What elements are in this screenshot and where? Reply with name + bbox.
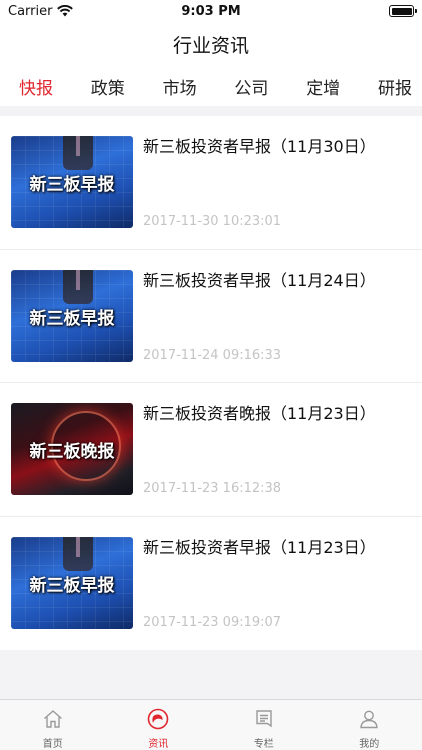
battery-icon	[389, 5, 417, 17]
page-title: 行业资讯	[172, 34, 249, 57]
category-tabs: 快报 政策 市场 公司 定增 研报	[0, 66, 422, 106]
thumbnail-caption: 新三板早报	[29, 175, 115, 195]
thumbnail-caption: 新三板早报	[29, 575, 115, 596]
status-bar: Carrier 9:03 PM	[0, 0, 422, 22]
news-time: 2017-11-23 09:19:07	[143, 614, 282, 630]
status-left: Carrier	[8, 3, 74, 19]
news-title: 新三板投资者晚报（11月23日）	[143, 404, 376, 423]
tabbar-profile[interactable]: 我的	[317, 700, 422, 750]
thumbnail-caption: 新三板早报	[29, 308, 115, 329]
carrier-label: Carrier	[8, 3, 53, 19]
tab-yanbao[interactable]: 研报	[378, 70, 412, 103]
news-item[interactable]: 新三板晚报 新三板投资者晚报（11月23日） 2017-11-23 16:12:…	[0, 383, 422, 517]
news-list: 新三板早报 新三板投资者早报（11月30日） 2017-11-30 10:23:…	[0, 116, 422, 650]
wifi-icon	[57, 5, 74, 17]
news-thumbnail: 新三板晚报	[11, 403, 133, 495]
news-item[interactable]: 新三板早报 新三板投资者早报（11月24日） 2017-11-24 09:16:…	[0, 250, 422, 383]
news-item[interactable]: 新三板早报 新三板投资者早报（11月30日） 2017-11-30 10:23:…	[0, 116, 422, 250]
tab-kuaibao[interactable]: 快报	[19, 70, 53, 103]
news-time: 2017-11-30 10:23:01	[143, 214, 282, 229]
news-time: 2017-11-23 16:12:38	[143, 481, 282, 496]
tab-zhengce[interactable]: 政策	[91, 70, 125, 103]
news-title: 新三板投资者早报（11月24日）	[143, 270, 376, 290]
column-icon	[253, 708, 275, 730]
news-thumbnail: 新三板早报	[11, 536, 133, 629]
nav-bar: 行业资讯	[0, 22, 422, 66]
news-thumbnail: 新三板早报	[11, 269, 133, 362]
news-time: 2017-11-24 09:16:33	[143, 347, 282, 363]
thumbnail-caption: 新三板晚报	[29, 442, 115, 462]
news-title: 新三板投资者早报（11月30日）	[143, 137, 376, 156]
bottom-tab-bar: 首页 资讯 专栏 我的	[0, 699, 422, 750]
profile-icon	[358, 708, 380, 730]
tabbar-column[interactable]: 专栏	[211, 700, 317, 750]
news-thumbnail: 新三板早报	[11, 136, 133, 228]
tab-gongsi[interactable]: 公司	[234, 70, 268, 103]
tabbar-profile-label: 我的	[359, 739, 380, 750]
news-title: 新三板投资者早报（11月23日）	[143, 537, 376, 557]
news-icon	[147, 708, 169, 730]
tab-shichang[interactable]: 市场	[163, 70, 197, 103]
home-icon	[42, 708, 64, 730]
tabbar-column-label: 专栏	[253, 739, 274, 750]
tab-dingzeng[interactable]: 定增	[306, 70, 340, 103]
tabbar-news[interactable]: 资讯	[106, 700, 212, 750]
tabbar-home-label: 首页	[42, 739, 63, 750]
tabbar-news-label: 资讯	[148, 739, 169, 750]
tabbar-home[interactable]: 首页	[0, 700, 106, 750]
news-item[interactable]: 新三板早报 新三板投资者早报（11月23日） 2017-11-23 09:19:…	[0, 517, 422, 651]
